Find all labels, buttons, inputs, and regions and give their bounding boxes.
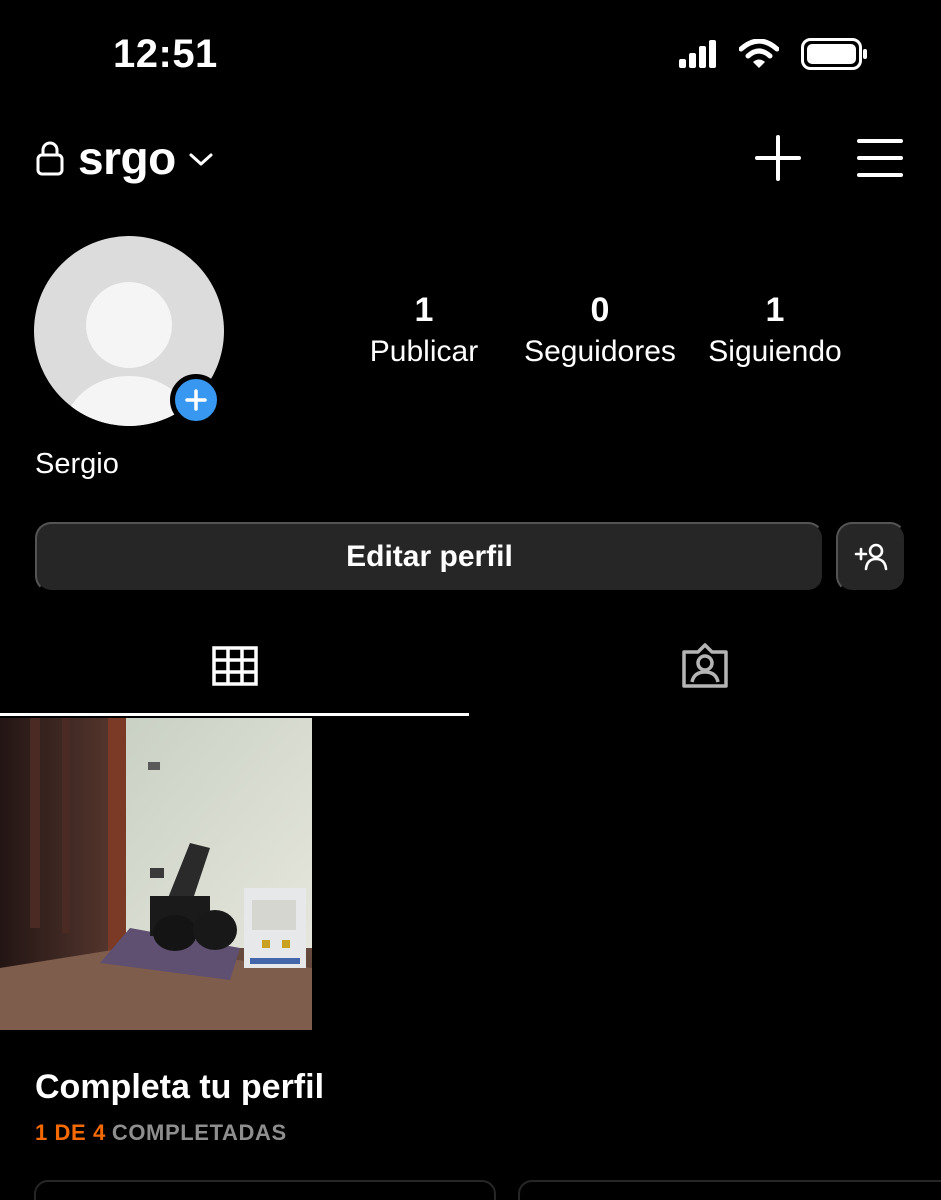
stat-followers[interactable]: 0 Seguidores bbox=[520, 290, 680, 372]
lock-icon bbox=[36, 141, 64, 176]
tab-selected-indicator bbox=[0, 713, 469, 716]
plus-small-icon bbox=[185, 389, 207, 411]
complete-profile-progress: 1 DE 4 COMPLETADAS bbox=[35, 1120, 287, 1146]
avatar-head-shape bbox=[86, 282, 172, 368]
stat-posts-value: 1 bbox=[414, 291, 434, 329]
add-person-icon bbox=[854, 543, 888, 571]
stat-followers-label: Seguidores bbox=[524, 335, 676, 368]
progress-count: 1 DE 4 bbox=[35, 1120, 106, 1145]
plus-icon[interactable] bbox=[755, 135, 801, 181]
menu-icon[interactable] bbox=[857, 138, 903, 178]
profile-avatar-container bbox=[34, 236, 224, 426]
tab-tagged[interactable] bbox=[469, 640, 941, 716]
chevron-down-icon[interactable] bbox=[188, 152, 214, 168]
profile-screen: 12:51 srgo 1 Publicar 0 Seguidores 1 Sig… bbox=[0, 0, 941, 1200]
status-icons bbox=[679, 38, 869, 70]
username[interactable]: srgo bbox=[78, 131, 176, 185]
complete-profile-card[interactable] bbox=[34, 1180, 496, 1200]
post-thumbnail[interactable] bbox=[0, 718, 312, 1030]
discover-people-button[interactable] bbox=[836, 522, 906, 592]
grid-icon bbox=[211, 646, 258, 686]
stat-posts-label: Publicar bbox=[369, 335, 479, 368]
tagged-icon bbox=[682, 643, 728, 688]
display-name: Sergio bbox=[35, 448, 119, 480]
complete-profile-title: Completa tu perfil bbox=[35, 1068, 325, 1106]
edit-profile-button[interactable]: Editar perfil bbox=[35, 522, 824, 592]
progress-label: COMPLETADAS bbox=[111, 1120, 287, 1145]
stat-following[interactable]: 1 Siguiendo bbox=[703, 290, 847, 372]
stat-following-label: Siguiendo bbox=[708, 335, 842, 368]
battery-icon bbox=[801, 38, 867, 70]
signal-icon bbox=[679, 40, 716, 68]
tab-posts-grid[interactable] bbox=[0, 640, 469, 716]
stat-posts[interactable]: 1 Publicar bbox=[366, 290, 482, 372]
profile-header: srgo bbox=[36, 128, 903, 188]
stat-following-value: 1 bbox=[765, 291, 785, 329]
post-photo bbox=[0, 718, 312, 1030]
stat-followers-value: 0 bbox=[590, 291, 610, 329]
status-time: 12:51 bbox=[113, 32, 218, 76]
add-story-button[interactable] bbox=[170, 374, 222, 426]
complete-profile-card[interactable] bbox=[518, 1180, 941, 1200]
wifi-icon bbox=[739, 39, 779, 68]
